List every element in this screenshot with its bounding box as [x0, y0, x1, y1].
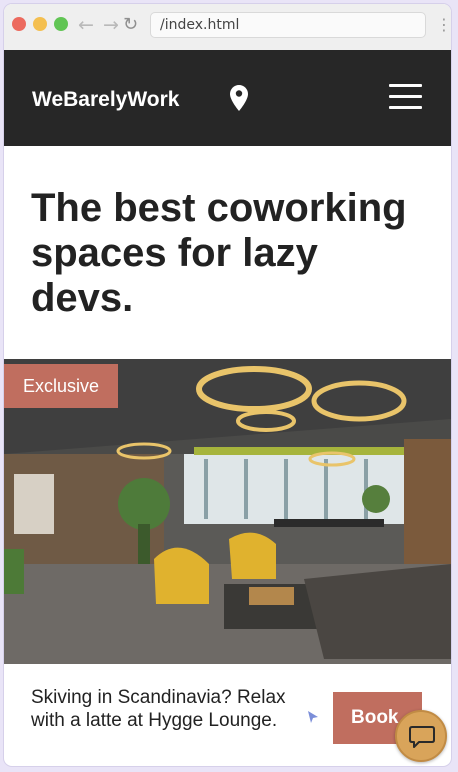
- chat-button[interactable]: [395, 710, 447, 762]
- hero-title: The best coworking spaces for lazy devs.: [31, 186, 407, 320]
- brand-logo[interactable]: WeBarelyWork: [32, 87, 179, 113]
- exclusive-badge: Exclusive: [4, 364, 118, 408]
- forward-arrow-icon[interactable]: →: [103, 13, 119, 37]
- hamburger-menu-icon[interactable]: [389, 84, 422, 110]
- address-bar[interactable]: /index.html: [150, 12, 426, 38]
- minimize-window-button[interactable]: [33, 17, 47, 31]
- browser-toolbar: ← → ↻ /index.html ⋮: [4, 4, 451, 51]
- promo-text: Skiving in Scandinavia? Relax with a lat…: [31, 687, 286, 731]
- reload-icon[interactable]: ↻: [123, 13, 138, 37]
- cursor-icon: [308, 711, 318, 723]
- close-window-button[interactable]: [12, 17, 26, 31]
- site-header: WeBarelyWork: [4, 50, 451, 146]
- maximize-window-button[interactable]: [54, 17, 68, 31]
- browser-menu-icon[interactable]: ⋮: [436, 13, 451, 37]
- chat-bubble-icon: [409, 726, 435, 748]
- back-arrow-icon[interactable]: ←: [78, 13, 94, 37]
- map-pin-icon[interactable]: [230, 85, 248, 111]
- browser-window: ← → ↻ /index.html ⋮ WeBarelyWork The bes…: [4, 4, 451, 766]
